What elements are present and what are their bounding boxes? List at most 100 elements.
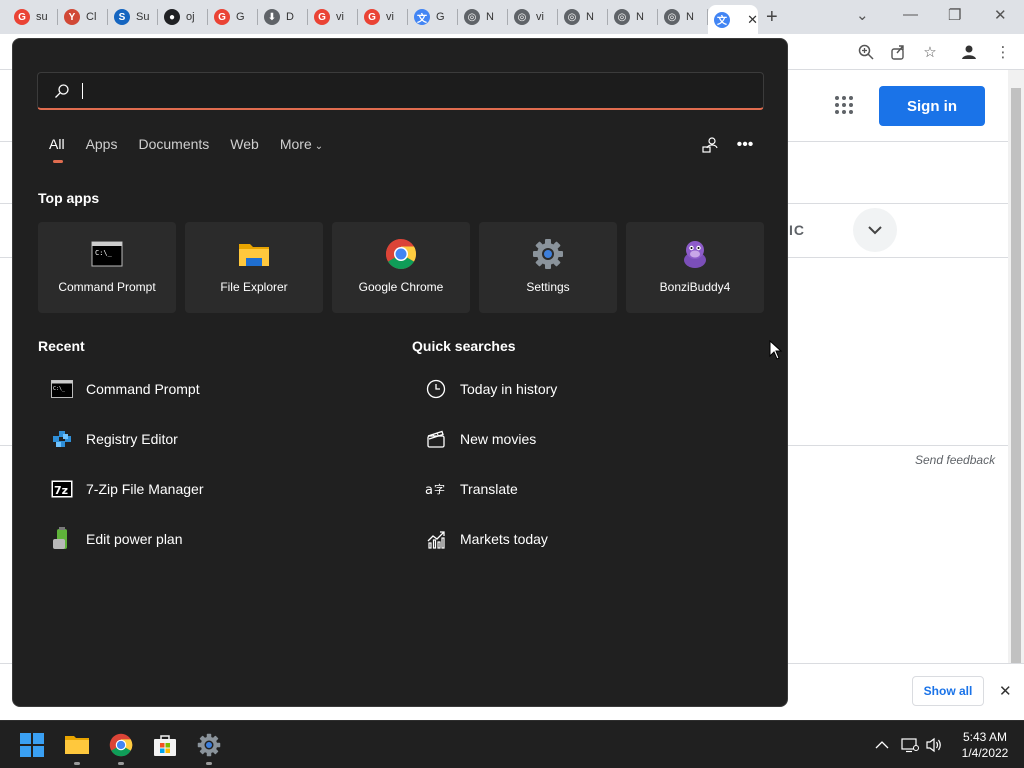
recent-title: Recent [38,338,85,354]
recent-item-registry-editor[interactable]: Registry Editor [38,419,378,459]
browser-tab[interactable]: ◎ N [458,5,508,29]
browser-tab[interactable]: Gvi [358,5,408,29]
top-app-command-prompt[interactable]: C:\_ Command Prompt [38,222,176,313]
browser-tab[interactable]: Gsu [8,5,58,29]
show-hidden-icons-chevron-up-icon[interactable] [872,735,892,755]
browser-tab[interactable]: ◎ N [658,5,708,29]
tab-title: vi [336,11,344,23]
tab-web[interactable]: Web [230,136,259,160]
account-switch-icon[interactable] [700,135,720,155]
show-all-button[interactable]: Show all [912,676,984,706]
bonzi-icon [684,241,706,268]
minimize-button[interactable]: — [903,6,918,23]
share-icon[interactable] [889,43,907,61]
svg-text:字: 字 [434,482,445,496]
browser-tab[interactable]: Y Cl [58,5,108,29]
browser-tab[interactable]: S Su [108,5,158,29]
chevron-down-icon [868,226,882,235]
search-box[interactable] [37,72,764,110]
quick-search-translate[interactable]: a字 Translate [412,469,752,509]
browser-tab[interactable]: Gvi [308,5,358,29]
tab-title: su [36,11,48,23]
taskbar-chrome[interactable] [105,729,137,765]
tab-favicon-icon: G [364,9,380,25]
tab-title: oj [186,11,195,23]
top-app-bonzibuddy[interactable]: BonziBuddy4 [626,222,764,313]
browser-tab[interactable]: ◎ N [558,5,608,29]
tab-title: D [286,11,294,23]
tab-favicon-icon: ◎ [614,9,630,25]
search-icon [55,84,69,98]
close-tab-icon[interactable]: ✕ [747,12,758,28]
tab-all[interactable]: All [49,136,65,163]
close-window-button[interactable]: ✕ [994,6,1007,24]
taskbar-file-explorer[interactable] [61,729,93,765]
zoom-icon[interactable] [857,43,875,61]
recent-item-7zip[interactable]: 7z 7-Zip File Manager [38,469,378,509]
tab-title: G [436,11,445,23]
tab-favicon-icon: ⬇ [264,9,280,25]
quick-search-new-movies[interactable]: New movies [412,419,752,459]
taskbar-microsoft-store[interactable] [149,729,181,761]
send-feedback-link[interactable]: Send feedback [915,453,995,467]
recent-item-edit-power-plan[interactable]: Edit power plan [38,519,378,559]
browser-tab[interactable]: ◎ vi [508,5,558,29]
bookmark-star-icon[interactable]: ☆ [921,43,939,61]
more-options-icon[interactable]: ••• [735,135,755,155]
tab-documents[interactable]: Documents [138,136,209,160]
top-apps-title: Top apps [38,190,100,206]
quick-search-markets-today[interactable]: Markets today [412,519,752,559]
browser-tab[interactable]: 文G [408,5,458,29]
browser-tab[interactable]: ● oj [158,5,208,29]
browser-tab[interactable]: 文 ✕ [708,5,758,34]
tab-title: N [486,11,494,23]
power-plan-icon [53,527,67,549]
svg-text:a: a [425,483,433,498]
profile-icon[interactable] [960,43,978,61]
clock-icon [426,379,446,399]
new-tab-button[interactable]: + [766,6,778,29]
browser-tab[interactable]: ⬇ D [258,5,308,29]
store-icon [154,735,176,756]
tab-search-icon[interactable]: ⌄ [856,6,869,24]
quick-search-today-in-history[interactable]: Today in history [412,369,752,409]
top-app-settings[interactable]: Settings [479,222,617,313]
top-app-file-explorer[interactable]: File Explorer [185,222,323,313]
tab-more[interactable]: More ⌄ [280,136,323,160]
recent-item-command-prompt[interactable]: C:\_ Command Prompt [38,369,378,409]
tab-title: N [636,11,644,23]
tab-favicon-icon: S [114,9,130,25]
tab-apps[interactable]: Apps [86,136,118,160]
top-app-google-chrome[interactable]: Google Chrome [332,222,470,313]
menu-kebab-icon[interactable]: ⋮ [994,43,1012,61]
folder-icon [239,244,269,266]
mouse-pointer-icon [769,340,783,360]
tab-favicon-icon: G [214,9,230,25]
start-button[interactable] [16,729,48,761]
chevron-down-icon: ⌄ [314,141,324,152]
chrome-icon [109,733,133,757]
svg-text:7z: 7z [54,484,68,497]
volume-icon[interactable] [924,735,944,755]
translate-icon: a字 [425,482,445,498]
taskbar-clock[interactable]: 5:43 AM 1/4/2022 [958,729,1012,761]
tab-favicon-icon: ◎ [664,9,680,25]
tab-favicon-icon: ● [164,9,180,25]
tab-favicon-icon: Y [64,9,80,25]
text-cursor [82,83,83,99]
tab-title: Cl [86,11,97,23]
sign-in-button[interactable]: Sign in [879,86,985,126]
chart-icon [427,531,445,549]
start-search-panel: All Apps Documents Web More ⌄ ••• Top app… [12,38,788,707]
google-apps-icon[interactable] [835,96,853,114]
close-download-bar-icon[interactable]: ✕ [999,682,1012,700]
tab-strip: Gsu Y Cl S Su ● oj G G ⬇ D Gvi Gvi 文 G ◎ N ◎ vi ◎ N ◎ N ◎ N 文 ✕ + … [0,0,1024,34]
browser-tab[interactable]: ◎ N [608,5,658,29]
clapper-icon [427,430,445,448]
taskbar-settings[interactable] [193,729,225,765]
restore-button[interactable]: ❐ [948,6,961,24]
scrollbar[interactable] [1008,70,1024,673]
language-dropdown-button[interactable] [853,208,897,252]
network-icon[interactable] [900,735,920,755]
browser-tab[interactable]: GG [208,5,258,29]
